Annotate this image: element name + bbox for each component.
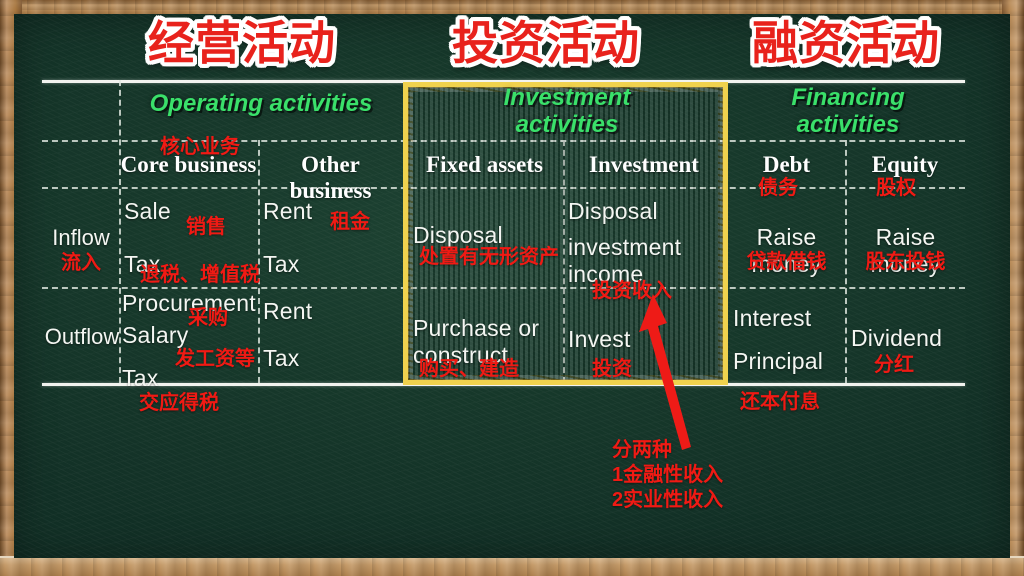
headline-operating: 经营活动 [148,17,336,69]
column-header-debt-en: Debt [762,152,811,177]
row-label-inflow-en: Inflow [52,225,110,250]
note-line-2: 1金融性收入 [612,464,724,486]
column-header-debt-cn: 债务 [758,177,798,199]
column-header-core-business-cn: 核心业务 [160,136,240,158]
cell-outflow-other-en-1: Rent [263,298,313,324]
cell-outflow-fixed-en-1: Purchase or [413,315,540,341]
group-header-financing-line1: Financing [791,84,905,111]
cell-inflow-equity-cn-1: 股东投钱 [865,251,946,273]
cell-inflow-fixed-en-1: Disposal [413,222,503,248]
cell-inflow-investment-en-2: investment [568,234,682,260]
row-label-outflow-en: Outflow [44,324,120,349]
group-header-operating-label: Operating activities [149,90,373,117]
cell-outflow-equity-cn-1: 分红 [874,354,914,376]
investment-income-note: 分两种 1金融性收入 2实业性收入 [612,438,723,513]
column-header-fixed-assets-en: Fixed assets [426,152,543,177]
cell-outflow-equity: Dividend [851,325,965,352]
cell-outflow-debt: Interest Principal [733,305,845,375]
cell-inflow-debt-cn-1: 贷款借钱 [746,251,827,273]
cell-outflow-fixed-cn-1: 购买、建造 [419,358,519,380]
cell-outflow-debt-en-2: Principal [733,348,824,374]
cell-outflow-other-business: Rent Tax [263,298,401,372]
cell-inflow-fixed-cn-1: 处置有无形资产 [419,246,559,268]
column-header-other-business-en: Other business [289,152,372,203]
headline-investment: 投资活动 [452,17,640,69]
column-header-equity: Equity [845,152,965,178]
cell-outflow-core-business: Procurement Salary Tax [122,290,262,392]
note-line-3: 2实业性收入 [612,489,724,511]
cell-inflow-investment-en-1: Disposal [568,198,658,224]
row-label-outflow: Outflow [42,324,122,350]
cell-inflow-core-cn-2: 退税、增值税 [140,264,260,286]
group-header-investment: Investment activities [408,84,726,138]
cell-inflow-other-cn-1: 租金 [330,211,370,233]
row-label-inflow-cn: 流入 [61,252,101,274]
cell-outflow-equity-en-1: Dividend [851,325,943,351]
cell-outflow-core-cn-3: 交应得税 [139,392,219,414]
cell-outflow-core-cn-2: 发工资等 [175,348,255,370]
group-header-investment-line2: activities [515,111,619,138]
group-header-operating: Operating activities [121,90,401,117]
column-header-fixed-assets: Fixed assets [406,152,563,178]
cell-outflow-other-en-2: Tax [263,345,300,371]
note-line-1: 分两种 [612,439,672,461]
group-header-financing-line2: activities [796,111,900,138]
cell-inflow-other-business: Rent Tax [263,198,401,278]
headline-row: 经营活动 投资活动 融资活动 [0,14,1024,74]
column-header-equity-cn: 股权 [876,177,916,199]
column-header-equity-en: Equity [871,152,939,177]
cell-inflow-core-cn-1: 销售 [186,216,226,238]
column-header-investment: Investment [563,152,725,178]
column-header-other-business: Other business [258,152,403,204]
cell-inflow-investment: Disposal investment income [568,198,724,288]
group-header-investment-line1: Investment [503,84,631,111]
cell-outflow-debt-cn-1: 还本付息 [740,391,820,413]
column-header-investment-en: Investment [589,152,699,177]
column-header-debt: Debt [728,152,845,178]
cell-outflow-debt-en-1: Interest [733,305,812,331]
red-arrow-icon [639,294,691,450]
row-label-inflow: Inflow [42,225,120,251]
headline-financing: 融资活动 [752,17,940,69]
cell-inflow-other-en-2: Tax [263,251,300,277]
chalkboard-slide: 经营活动 投资活动 融资活动 Operating activities Inve… [0,0,1024,576]
cell-inflow-fixed-assets: Disposal [413,222,561,249]
group-header-financing: Financing activities [733,84,963,138]
wood-frame-bottom-ledge [0,556,1024,576]
cell-outflow-core-cn-1: 采购 [188,307,228,329]
